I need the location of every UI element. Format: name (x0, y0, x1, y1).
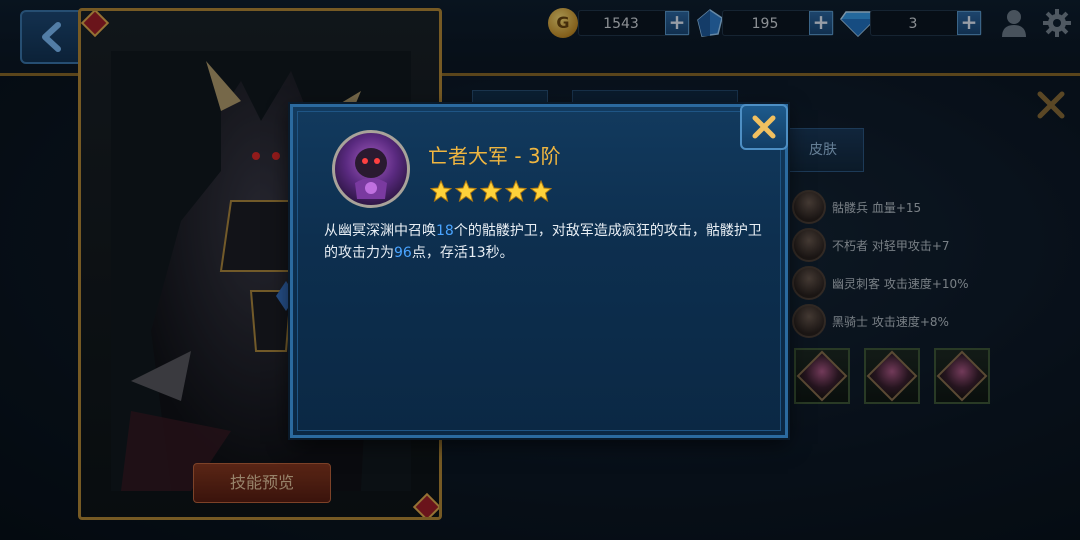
attack-value: 96 (394, 245, 412, 261)
star-icon (455, 180, 477, 202)
close-icon (752, 115, 776, 139)
summon-count: 18 (436, 223, 454, 239)
modal-close-button[interactable] (740, 104, 788, 150)
skill-icon (332, 130, 410, 208)
star-icon (530, 180, 552, 202)
skull-summon-icon (355, 148, 387, 199)
star-icon (505, 180, 527, 202)
star-rating (430, 180, 552, 202)
skill-description: 从幽冥深渊中召唤18个的骷髅护卫，对敌军造成疯狂的攻击，骷髅护卫的攻击力为96点… (324, 223, 762, 261)
star-icon (480, 180, 502, 202)
star-icon (430, 180, 452, 202)
skill-title: 亡者大军 - 3阶 (428, 144, 561, 168)
